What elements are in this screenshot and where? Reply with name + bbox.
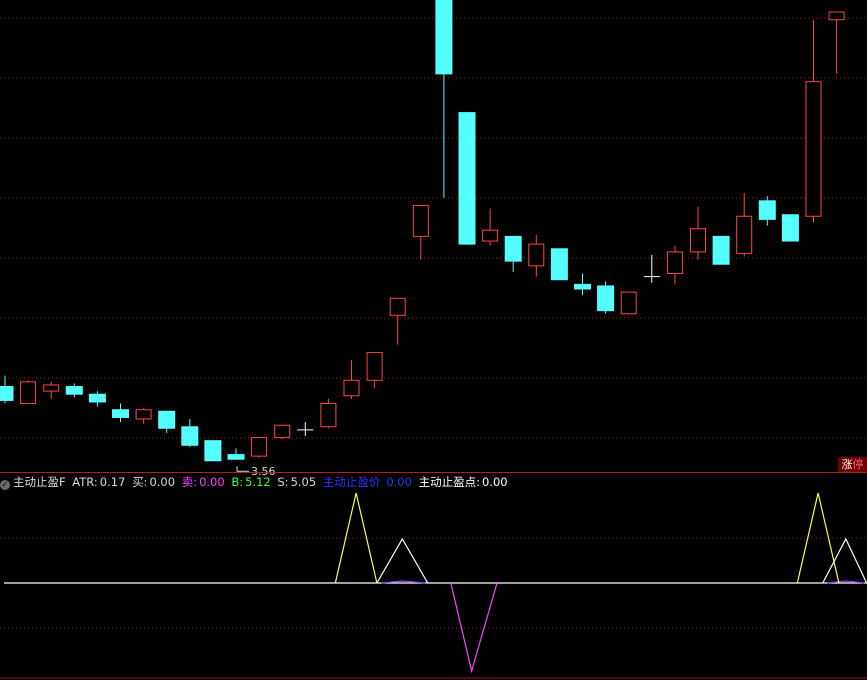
s-label: S: <box>277 475 289 489</box>
b-value: 5.12 <box>245 475 271 489</box>
candle-body-8 <box>181 426 199 446</box>
s-value: 5.05 <box>290 475 317 489</box>
tp-point-label: 主动止盈点: <box>418 475 480 489</box>
s-series-0 <box>376 537 429 584</box>
candle-body-4 <box>88 393 106 403</box>
sell-series-0 <box>450 582 498 674</box>
s-series-1 <box>822 537 867 584</box>
candle-body-33 <box>758 200 776 220</box>
candle-body-26 <box>597 285 615 312</box>
candle-body-27 <box>620 291 637 315</box>
candle-body-6 <box>135 409 152 420</box>
candle-body-34 <box>781 214 799 242</box>
candle-body-18 <box>412 204 429 237</box>
candle-body-16 <box>366 351 383 381</box>
chart-canvas: 3.56 <box>0 0 867 679</box>
candle-body-35 <box>805 81 822 217</box>
indicator-grid <box>0 537 867 679</box>
pane-divider <box>0 472 867 473</box>
atr-value: 0.17 <box>99 475 126 489</box>
candle-body-30 <box>690 228 706 253</box>
indicator-header: ✓ 主动止盈F ATR: 0.17 买: 0.00 卖: 0.00 B: 5.12 S: 5… <box>0 474 867 490</box>
sell-value: 0.00 <box>199 475 225 489</box>
sell-label: 卖: <box>181 475 198 489</box>
candle-body-14 <box>320 403 337 428</box>
candle-body-7 <box>158 410 176 429</box>
low-annotation-arrow <box>236 466 249 472</box>
candle-body-11 <box>251 437 268 457</box>
candle-body-32 <box>736 215 753 254</box>
candle-body-15 <box>343 379 360 397</box>
atr-label: ATR: <box>72 475 98 489</box>
candlestick-series <box>0 0 845 462</box>
candle-body-23 <box>528 243 545 267</box>
candle-body-25 <box>574 283 591 290</box>
candle-body-3 <box>65 386 83 395</box>
candle-body-22 <box>504 235 522 262</box>
b-label: B: <box>231 475 244 489</box>
indicator-settings-icon[interactable]: ✓ <box>0 480 10 490</box>
tp-point-value: 0.00 <box>481 475 508 489</box>
candle-body-5 <box>112 409 129 418</box>
candle-body-29 <box>666 251 683 275</box>
badge-text-2: 停 <box>852 458 864 471</box>
candle-body-0 <box>0 386 14 401</box>
candle-body-17 <box>389 297 406 316</box>
candle-body-24 <box>550 248 568 281</box>
candle-body-12 <box>274 424 291 439</box>
candle-body-1 <box>20 381 37 405</box>
indicator-lines <box>4 492 867 674</box>
limit-up-badge[interactable]: 涨停 <box>838 457 867 472</box>
badge-text-1: 涨 <box>841 458 853 471</box>
indicator-name[interactable]: 主动止盈F <box>13 475 66 489</box>
candle-body-21 <box>482 229 499 242</box>
candle-body-31 <box>712 235 730 265</box>
candle-body-19 <box>435 0 453 75</box>
candle-body-2 <box>43 384 60 392</box>
candle-body-36 <box>828 11 845 21</box>
candle-body-9 <box>204 440 222 462</box>
buy-value: 0.00 <box>149 475 176 489</box>
candle-body-20 <box>458 112 476 245</box>
candle-body-10 <box>227 454 245 460</box>
tp-price-label: 主动止盈价 <box>322 475 381 489</box>
tp-price-value: 0.00 <box>386 475 412 489</box>
buy-label: 买: <box>132 475 148 489</box>
